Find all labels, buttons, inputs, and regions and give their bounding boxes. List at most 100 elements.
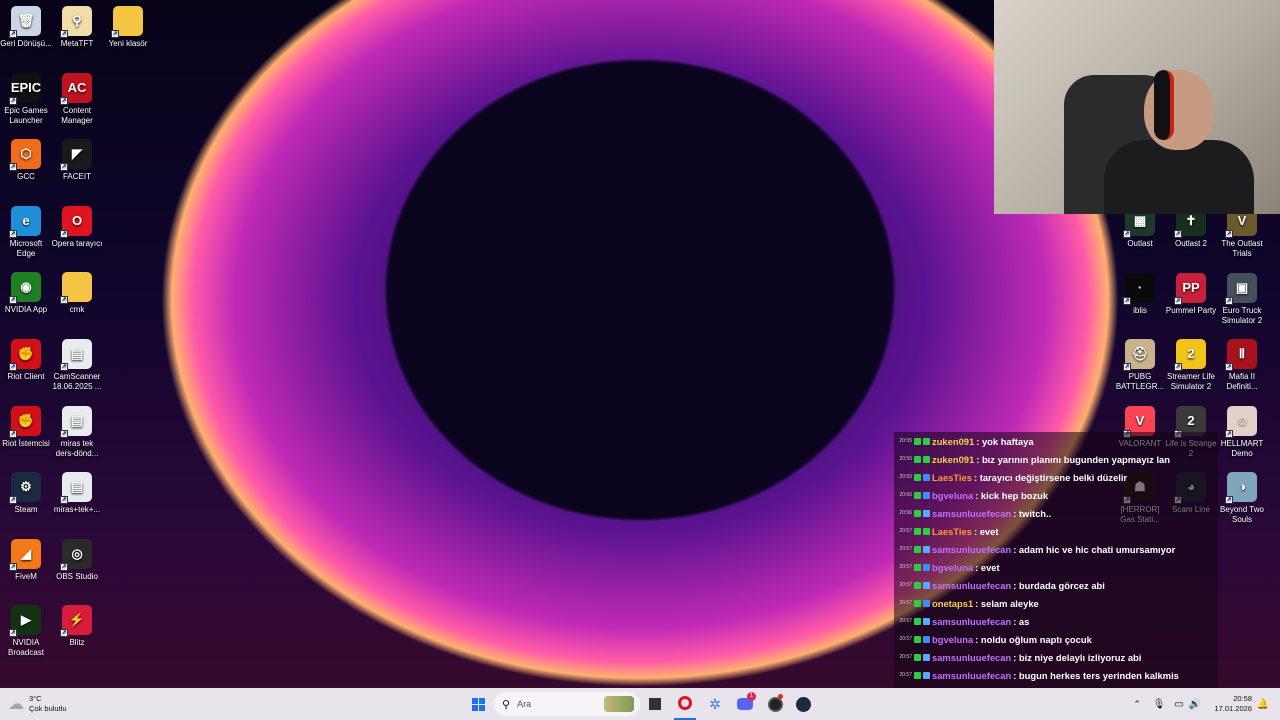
chat-message: 20:55 zuken091: yok haftaya: [894, 432, 1218, 450]
desktop-icon-label: MetaTFT: [60, 39, 94, 48]
folder-icon: ↗: [111, 6, 143, 38]
webcam-overlay: [994, 0, 1280, 214]
mafia-icon: Ⅱ ↗: [1225, 339, 1257, 372]
desktop-icon-epic-games[interactable]: EPIC ↗ Epic Games Launcher: [0, 72, 52, 126]
shortcut-arrow-icon: ↗: [9, 496, 17, 505]
desktop-icon-blitz[interactable]: ⚡ ↗ Blitz: [51, 605, 103, 648]
desktop-icon-label: FACEIT: [62, 172, 91, 182]
weather-widget[interactable]: ☁ 3°C Çok bulutlu: [8, 688, 88, 720]
steam-icon: ⚙ ↗: [9, 472, 41, 505]
tray-volume-button[interactable]: 🔊: [1188, 688, 1202, 720]
desktop-icon-opera[interactable]: O ↗ Opera tarayıcı: [51, 205, 103, 249]
desktop-icon-new-folder[interactable]: ↗ Yeni klasör: [102, 6, 154, 49]
desktop-icon-fivem[interactable]: ◢ ↗ FiveM: [0, 538, 52, 582]
clock[interactable]: 20:58 17.01.2026: [1206, 688, 1252, 720]
notifications-button[interactable]: 🔔: [1256, 688, 1270, 720]
shortcut-arrow-icon: ↗: [1174, 296, 1182, 305]
desktop-icon-label: Euro Truck Simulator 2: [1221, 305, 1263, 325]
chat-text: : burdada görcez abi: [1013, 579, 1105, 591]
desktop-icon-camscanner[interactable]: ▤ ↗ CamScanner 18.06.2025 ...: [51, 339, 103, 392]
desktop-icon-label: Geri Dönüşü...: [0, 39, 52, 48]
desktop-icon-obs-studio[interactable]: ◎ ↗ OBS Studio: [51, 538, 103, 582]
riot-icon: ✊ ↗: [9, 405, 41, 438]
desktop-icon-steam[interactable]: ⚙ ↗ Steam: [0, 472, 52, 515]
desktop-icon-label: Beyond Two Souls: [1220, 505, 1264, 525]
shortcut-arrow-icon: ↗: [60, 429, 68, 438]
windows-icon: [471, 697, 485, 711]
clock-date: 17.01.2026: [1214, 704, 1252, 713]
desktop-icon-label: Opera tarayıcı: [51, 238, 103, 248]
desktop-icon-label: The Outlast Trials: [1221, 239, 1263, 258]
desktop-icon-label: GCC: [17, 172, 35, 182]
desktop-icon-microsoft-edge[interactable]: e ↗ Microsoft Edge: [0, 205, 52, 259]
chat-username: bgveluna: [932, 489, 974, 501]
chat-overlay: 20:55 zuken091: yok haftaya 20:55 zuken091:…: [894, 432, 1218, 720]
desktop-icon-miras-tek-2[interactable]: ▤ ↗ miras+tek+...: [51, 472, 103, 515]
user-badge-icon: [923, 581, 930, 589]
taskbar-opera[interactable]: [674, 688, 696, 720]
taskbar-steam[interactable]: [792, 688, 814, 720]
chat-username: LaesTies: [932, 525, 972, 537]
shortcut-arrow-icon: ↗: [1174, 230, 1182, 238]
tray-network-button[interactable]: ▭: [1172, 688, 1186, 720]
document-icon: ▤ ↗: [60, 472, 92, 505]
chat-timestamp: 20:57: [899, 636, 912, 642]
desktop-icon-gcc[interactable]: ⬡ ↗ GCC: [0, 139, 52, 182]
desktop-icon-pummel-party[interactable]: PP ↗ Pummel Party: [1165, 272, 1217, 316]
notification-badge: 1: [747, 692, 756, 701]
chat-text: : selam aleyke: [975, 597, 1039, 609]
shortcut-arrow-icon: ↗: [1123, 296, 1131, 305]
chat-text: : tarayıcı değiştirsene belki düzelir: [973, 471, 1128, 483]
tray-mic-button[interactable]: 🎙: [1152, 688, 1166, 720]
shortcut-arrow-icon: ↗: [1225, 429, 1233, 438]
chat-timestamp: 20:55: [899, 438, 912, 444]
desktop-icon-miras-tek[interactable]: ▤ ↗ miras tek ders-dönd...: [51, 405, 103, 459]
chat-text: : as: [1013, 615, 1030, 627]
desktop-icon-riot-client[interactable]: ✊ ↗ Riot Client: [0, 339, 52, 382]
chat-username: samsunluuefecan: [932, 507, 1012, 519]
desktop-icon-hellmart[interactable]: ☺ ↗ HELLMART Demo: [1216, 405, 1268, 459]
search-box[interactable]: ⚲ Ara: [494, 692, 640, 716]
desktop-icon-label: Epic Games Launcher: [4, 105, 48, 125]
chat-text: : noldu oğlum naptı çocuk: [975, 633, 1092, 645]
desktop-icon-iblis[interactable]: · ↗ iblis: [1114, 272, 1166, 316]
epic-games-icon: EPIC ↗: [9, 72, 41, 105]
desktop-icon-metatft[interactable]: ⚲ ↗ MetaTFT: [51, 6, 103, 49]
tray-expand-button[interactable]: ⌃: [1130, 688, 1144, 720]
desktop-icon-euro-truck[interactable]: ▣ ↗ Euro Truck Simulator 2: [1216, 272, 1268, 326]
desktop-icon-mafia-2[interactable]: Ⅱ ↗ Mafia II Definiti...: [1216, 339, 1268, 392]
taskbar-app[interactable]: ✲: [704, 688, 726, 720]
monitor-icon: ▭: [1174, 698, 1184, 710]
fivem-icon: ◢ ↗: [9, 538, 41, 571]
chat-message: 20:57 bgveluna: evet: [894, 558, 1218, 576]
desktop-icon-recycle-bin[interactable]: 🗑 ↗ Geri Dönüşü...: [0, 6, 52, 49]
desktop-icon-cmk[interactable]: ↗ cmk: [51, 272, 103, 315]
steam-icon: [795, 696, 811, 712]
chat-username: samsunluuefecan: [932, 579, 1012, 591]
desktop-icon-riot-istemcisi[interactable]: ✊ ↗ Riot İstemcisi: [0, 405, 52, 449]
pummel-party-icon: PP ↗: [1174, 272, 1206, 305]
chat-text: : twitch..: [1013, 507, 1052, 519]
chat-timestamp: 20:57: [899, 564, 912, 570]
gear-icon: ✲: [709, 695, 721, 712]
taskbar-obs[interactable]: [764, 688, 786, 720]
desktop-icon-pubg[interactable]: ⛑ ↗ PUBG BATTLEGR...: [1114, 339, 1166, 392]
taskbar-discord[interactable]: 1: [734, 688, 756, 720]
chat-message: 20:57 bgveluna: noldu oğlum naptı çocuk: [894, 630, 1218, 648]
edge-icon: e ↗: [9, 205, 41, 238]
desktop-icon-content-manager[interactable]: AC ↗ Content Manager: [51, 72, 103, 126]
start-button[interactable]: [466, 688, 490, 720]
task-view-button[interactable]: [644, 688, 666, 720]
user-badge-icon: [923, 617, 930, 625]
desktop-icon-faceit[interactable]: ◤ ↗ FACEIT: [51, 139, 103, 182]
desktop-icon-nvidia-broadcast[interactable]: ▶ ↗ NVIDIA Broadcast: [0, 605, 52, 658]
clock-time: 20:58: [1233, 694, 1252, 703]
desktop-icon-beyond-two-souls[interactable]: ◑ ↗ Beyond Two Souls: [1216, 472, 1268, 525]
desktop-icon-nvidia-app[interactable]: ◉ ↗ NVIDIA App: [0, 272, 52, 315]
taskbar: ☁ 3°C Çok bulutlu ⚲ Ara ✲ 1 ⌃ 🎙 ▭ 🔊 20:5…: [0, 688, 1280, 720]
chat-username: bgveluna: [932, 633, 974, 645]
shortcut-arrow-icon: ↗: [9, 296, 17, 305]
kick-badge-icon: [914, 635, 921, 643]
chat-username: samsunluuefecan: [932, 669, 1012, 681]
desktop-icon-streamer-life[interactable]: 2 ↗ Streamer Life Simulator 2: [1165, 339, 1217, 392]
